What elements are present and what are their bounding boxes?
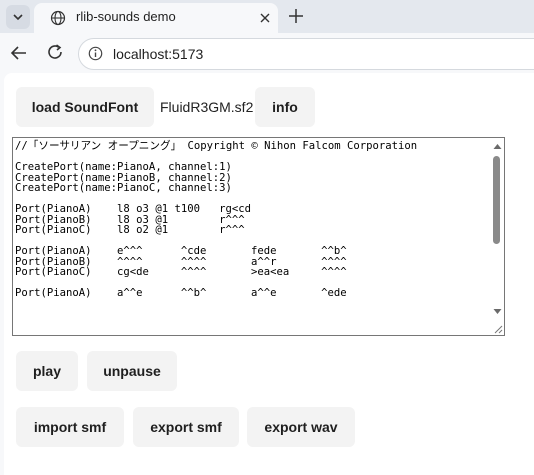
scroll-up-icon[interactable]: [493, 143, 502, 150]
unpause-button[interactable]: unpause: [87, 351, 177, 391]
editor-scrollbar[interactable]: [490, 138, 504, 335]
tab-strip: rlib-sounds demo: [0, 0, 534, 33]
resize-handle-icon[interactable]: [493, 324, 503, 334]
browser-tab[interactable]: rlib-sounds demo: [34, 3, 278, 33]
tab-search-button[interactable]: [6, 5, 30, 29]
url-text: localhost:5173: [113, 46, 204, 62]
globe-icon: [50, 10, 66, 26]
reload-icon[interactable]: [46, 43, 64, 61]
tab-title: rlib-sounds demo: [76, 9, 176, 24]
chevron-down-icon: [13, 14, 23, 21]
site-info-icon[interactable]: [88, 46, 103, 61]
import-smf-button[interactable]: import smf: [16, 407, 124, 447]
back-arrow-icon[interactable]: [10, 44, 28, 62]
mml-editor[interactable]: //「ソーサリアン オープニング」 Copyright © Nihon Falc…: [12, 137, 505, 336]
scroll-down-icon[interactable]: [493, 308, 502, 315]
export-smf-button[interactable]: export smf: [133, 407, 239, 447]
mml-text[interactable]: //「ソーサリアン オープニング」 Copyright © Nihon Falc…: [15, 141, 417, 299]
soundfont-filename: FluidR3GM.sf2: [160, 99, 254, 115]
browser-toolbar: localhost:5173: [0, 33, 534, 73]
address-bar[interactable]: localhost:5173: [78, 38, 534, 70]
export-wav-button[interactable]: export wav: [247, 407, 355, 447]
new-tab-icon[interactable]: [288, 8, 304, 24]
info-button[interactable]: info: [255, 87, 315, 127]
close-icon[interactable]: [259, 12, 271, 24]
scrollbar-thumb[interactable]: [493, 156, 500, 244]
play-button[interactable]: play: [16, 351, 78, 391]
load-soundfont-button[interactable]: load SoundFont: [16, 87, 154, 127]
